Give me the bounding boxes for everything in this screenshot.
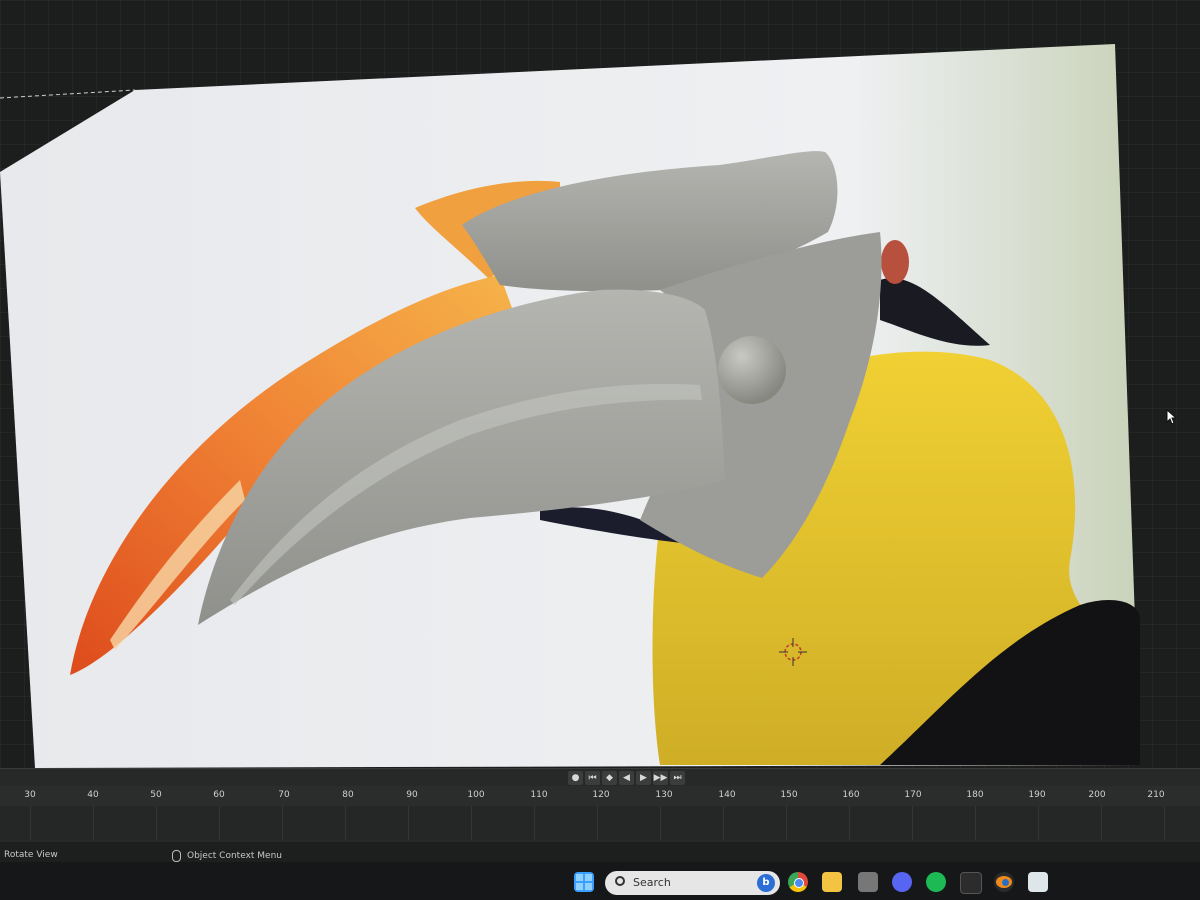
frame-tick: 180	[966, 790, 984, 800]
3d-viewport[interactable]	[0, 0, 1200, 768]
frame-tick: 150	[780, 790, 798, 800]
frame-tick: 50	[150, 790, 162, 800]
play-reverse-button[interactable]: ◀	[619, 771, 634, 785]
terminal-icon[interactable]	[960, 872, 982, 894]
frame-tick: 200	[1088, 790, 1106, 800]
frame-tick: 90	[406, 790, 418, 800]
discord-icon[interactable]	[892, 872, 912, 892]
chrome-icon[interactable]	[788, 872, 808, 892]
taskbar-search-input[interactable]: Search b	[605, 871, 780, 895]
frame-tick: 120	[592, 790, 610, 800]
status-rotate-view: Rotate View	[4, 850, 58, 860]
jump-start-button[interactable]: ⏮	[585, 771, 600, 785]
app-icon[interactable]	[858, 872, 878, 892]
search-placeholder: Search	[633, 876, 671, 889]
spotify-icon[interactable]	[926, 872, 946, 892]
reference-image-hornbill	[0, 44, 1140, 768]
frame-tick: 80	[342, 790, 354, 800]
file-explorer-icon[interactable]	[822, 872, 842, 892]
jump-end-button[interactable]: ⏭	[670, 771, 685, 785]
frame-tick: 60	[213, 790, 225, 800]
frame-tick: 190	[1028, 790, 1046, 800]
frame-tick: 160	[842, 790, 860, 800]
frame-tick: 110	[530, 790, 548, 800]
frame-tick: 100	[467, 790, 485, 800]
playback-controls: ● ⏮ ◆ ◀ ▶ ▶▶ ⏭	[568, 770, 685, 786]
search-icon	[615, 876, 625, 886]
frame-tick: 140	[718, 790, 736, 800]
blender-icon[interactable]	[994, 872, 1014, 892]
timeline-tracks[interactable]	[0, 806, 1200, 840]
bing-icon[interactable]: b	[757, 874, 775, 892]
frame-tick: 30	[24, 790, 36, 800]
frame-tick: 70	[278, 790, 290, 800]
frame-tick: 130	[655, 790, 673, 800]
frame-ruler[interactable]: 30 40 50 60 70 80 90 100 110 120 130 140…	[0, 786, 1200, 806]
gray-knob	[718, 336, 786, 404]
app-icon-2[interactable]	[1028, 872, 1048, 892]
play-button[interactable]: ▶	[636, 771, 651, 785]
status-context-menu: Object Context Menu	[172, 850, 282, 862]
mouse-icon	[172, 850, 181, 862]
windows-start-icon[interactable]	[574, 872, 594, 892]
prev-keyframe-button[interactable]: ◆	[602, 771, 617, 785]
frame-tick: 170	[904, 790, 922, 800]
windows-taskbar: Search b	[0, 862, 1200, 900]
record-button[interactable]: ●	[568, 771, 583, 785]
mouse-pointer-icon	[1166, 409, 1178, 425]
frame-tick: 210	[1147, 790, 1165, 800]
frame-tick: 40	[87, 790, 99, 800]
next-keyframe-button[interactable]: ▶▶	[653, 771, 668, 785]
status-context-menu-label: Object Context Menu	[187, 851, 283, 861]
